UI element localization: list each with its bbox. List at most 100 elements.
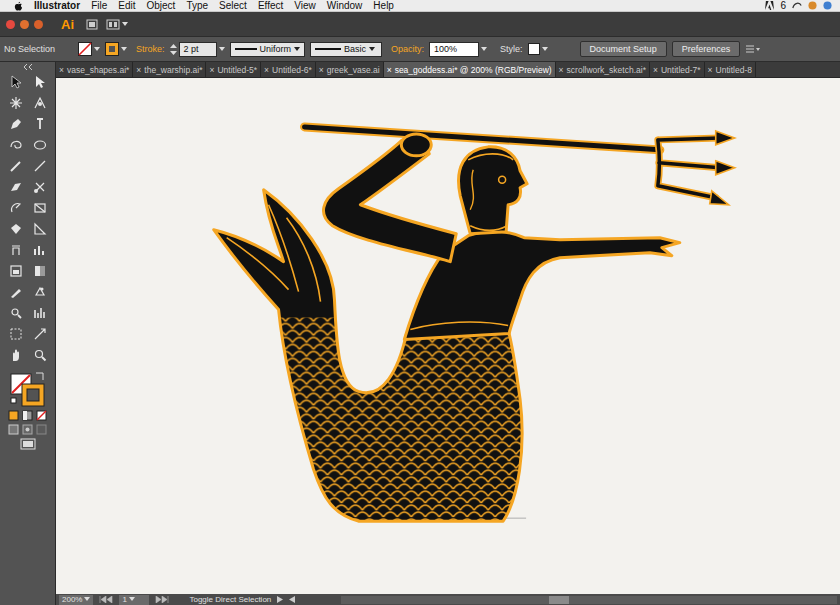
tool-button[interactable] xyxy=(7,304,25,322)
dropdown-arrow-icon[interactable] xyxy=(294,47,300,52)
tool-icon[interactable] xyxy=(33,180,47,194)
document-tab[interactable]: ×scrollwork_sketch.ai* xyxy=(556,62,650,77)
document-tab[interactable]: ×vase_shapes.ai* xyxy=(56,62,133,77)
tool-icon[interactable] xyxy=(9,222,23,236)
stroke-label[interactable]: Stroke: xyxy=(136,44,165,54)
opacity-label[interactable]: Opacity: xyxy=(391,44,424,54)
tool-button[interactable] xyxy=(7,262,25,280)
tab-label[interactable]: Untitled-6* xyxy=(272,65,312,75)
tab-close[interactable]: × xyxy=(708,65,713,75)
opacity-value[interactable]: 100% xyxy=(434,44,457,54)
tab-close[interactable]: × xyxy=(319,65,324,75)
dropdown-arrow-icon[interactable] xyxy=(219,47,225,52)
tool-button[interactable] xyxy=(31,94,49,112)
tool-button[interactable] xyxy=(7,157,25,175)
tool-icon[interactable] xyxy=(9,180,23,194)
tool-icon[interactable] xyxy=(33,264,47,278)
tool-button[interactable] xyxy=(31,136,49,154)
mermaid-illustration[interactable] xyxy=(56,78,840,594)
stroke-weight-value[interactable]: 2 pt xyxy=(184,44,199,54)
toolbar-button[interactable]: Preferences xyxy=(672,41,741,57)
opacity-field[interactable]: 100% xyxy=(429,42,479,57)
tool-button[interactable] xyxy=(31,325,49,343)
fill-none-icon[interactable] xyxy=(78,42,92,56)
draw-normal-icon[interactable] xyxy=(8,424,19,435)
spinner-icon[interactable] xyxy=(170,44,177,55)
stroke-weight-field[interactable]: 2 pt xyxy=(179,42,217,57)
stroke-weight-control[interactable]: 2 pt xyxy=(170,42,225,57)
zoom-field[interactable]: 200% xyxy=(59,595,93,605)
tool-icon[interactable] xyxy=(9,348,23,362)
tool-icon[interactable] xyxy=(9,96,23,110)
screen-mode-icon[interactable] xyxy=(20,438,36,450)
document-tab[interactable]: ×greek_vase.ai xyxy=(316,62,384,77)
page-value[interactable]: 1 xyxy=(122,595,126,605)
last-page-icon[interactable] xyxy=(155,596,169,603)
document-tab[interactable]: ×the_warship.ai* xyxy=(133,62,206,77)
tool-button[interactable] xyxy=(7,199,25,217)
tab-close[interactable]: × xyxy=(559,65,564,75)
tab-label[interactable]: Untitled-8 xyxy=(716,65,752,75)
tool-icon[interactable] xyxy=(9,201,23,215)
tab-close[interactable]: × xyxy=(387,65,392,75)
sync-icon[interactable] xyxy=(792,1,802,10)
tool-icon[interactable] xyxy=(33,75,47,89)
horizontal-scrollbar[interactable] xyxy=(341,596,837,604)
document-tab[interactable]: ×Untitled-7* xyxy=(650,62,705,77)
draw-behind-icon[interactable] xyxy=(22,424,33,435)
profile-dropdown[interactable]: Uniform xyxy=(230,42,306,57)
tab-close[interactable]: × xyxy=(653,65,658,75)
scrollbar-thumb[interactable] xyxy=(549,596,569,604)
tool-button[interactable] xyxy=(31,283,49,301)
tool-icon[interactable] xyxy=(33,117,47,131)
panel-menu-icon[interactable] xyxy=(745,44,761,54)
window-button[interactable] xyxy=(20,20,29,29)
window-button[interactable] xyxy=(6,20,15,29)
tool-icon[interactable] xyxy=(33,285,47,299)
dropdown-arrow-icon[interactable] xyxy=(369,47,375,52)
dropdown-arrow-icon[interactable] xyxy=(84,597,90,602)
tool-button[interactable] xyxy=(7,136,25,154)
tool-button[interactable] xyxy=(7,115,25,133)
brush-dropdown[interactable]: Basic xyxy=(310,42,382,57)
window-button[interactable] xyxy=(34,20,43,29)
tool-icon[interactable] xyxy=(33,327,47,341)
tab-label[interactable]: greek_vase.ai xyxy=(327,65,380,75)
menu-item[interactable]: File xyxy=(91,0,107,11)
menu-item[interactable]: View xyxy=(294,0,316,11)
tool-icon[interactable] xyxy=(33,96,47,110)
tool-button[interactable] xyxy=(7,220,25,238)
tool-button[interactable] xyxy=(7,241,25,259)
tool-icon[interactable] xyxy=(33,159,47,173)
tool-button[interactable] xyxy=(31,241,49,259)
scroll-left-icon[interactable] xyxy=(289,596,295,603)
apple-icon[interactable] xyxy=(14,1,23,11)
tab-label[interactable]: the_warship.ai* xyxy=(144,65,202,75)
dropdown-arrow-icon[interactable] xyxy=(121,47,127,52)
menu-item[interactable]: Type xyxy=(186,0,208,11)
status-icon[interactable] xyxy=(808,1,817,10)
tool-button[interactable] xyxy=(7,178,25,196)
fill-stroke-widget[interactable] xyxy=(10,371,46,407)
tool-button[interactable] xyxy=(31,73,49,91)
document-tab[interactable]: ×Untitled-6* xyxy=(261,62,316,77)
tool-icon[interactable] xyxy=(9,159,23,173)
document-tab[interactable]: ×sea_goddess.ai* @ 200% (RGB/Preview) xyxy=(384,62,556,77)
document-icon[interactable] xyxy=(86,19,98,30)
artboard-canvas[interactable] xyxy=(56,78,840,594)
opacity-control[interactable]: 100% xyxy=(429,42,487,57)
tool-button[interactable] xyxy=(7,73,25,91)
document-tab[interactable]: ×Untitled-5* xyxy=(206,62,261,77)
tool-button[interactable] xyxy=(7,283,25,301)
style-control[interactable] xyxy=(528,43,548,55)
brush-value[interactable]: Basic xyxy=(344,44,366,54)
tool-icon[interactable] xyxy=(9,264,23,278)
tool-icon[interactable] xyxy=(9,285,23,299)
draw-inside-icon[interactable] xyxy=(36,424,47,435)
collapse-icon[interactable] xyxy=(22,64,34,70)
stroke-color-icon[interactable] xyxy=(105,42,119,56)
adobe-icon[interactable] xyxy=(765,1,774,10)
tool-icon[interactable] xyxy=(33,243,47,257)
zoom-value[interactable]: 200% xyxy=(62,595,82,605)
arrange-menu[interactable] xyxy=(106,19,128,30)
